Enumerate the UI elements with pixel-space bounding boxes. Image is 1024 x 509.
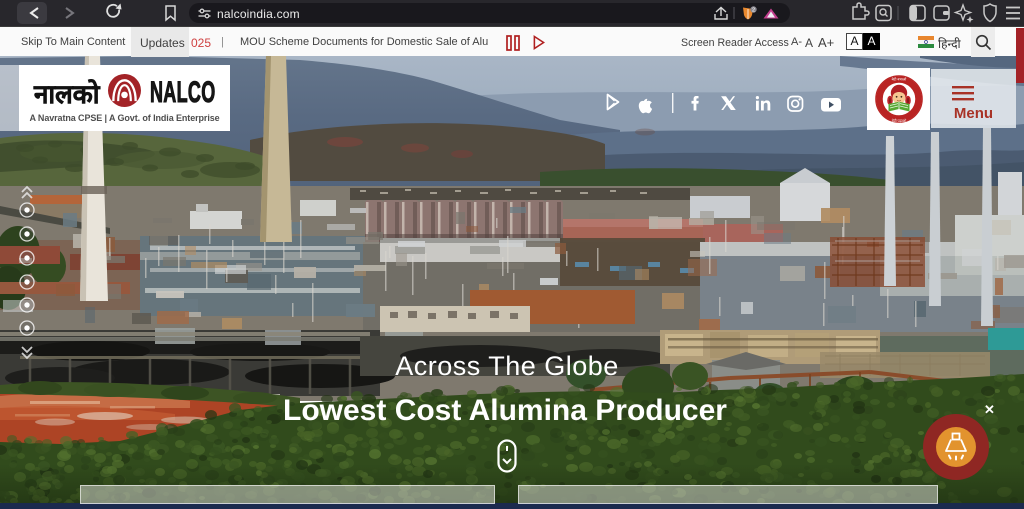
svg-text:बेटी बचाओ: बेटी बचाओ (892, 77, 907, 82)
svg-text:बेटी पढ़ाओ: बेटी पढ़ाओ (892, 118, 907, 123)
svg-text:2: 2 (752, 8, 755, 14)
